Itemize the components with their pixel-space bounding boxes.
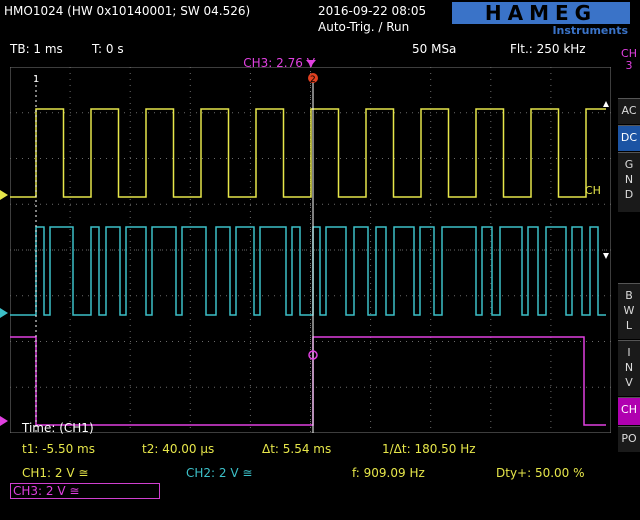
hameg-logo: HAMEG Instruments xyxy=(452,2,630,38)
ch2-ref-icon[interactable] xyxy=(0,308,8,318)
status-bar: CH1: 2 V ≅ CH2: 2 V ≅ f: 909.09 Hz Dty+:… xyxy=(0,462,618,502)
datetime: 2016-09-22 08:05 xyxy=(318,4,427,18)
measurement-row: t1: -5.50 ms t2: 40.00 µs Δt: 5.54 ms 1/… xyxy=(0,441,611,459)
menu-item-po[interactable]: PO xyxy=(618,426,640,452)
menu-item-gnd[interactable]: G N D xyxy=(618,152,640,212)
trigger-mode: Auto-Trig. / Run xyxy=(318,20,410,34)
menu-title: CH 3 xyxy=(621,47,637,72)
ch3-ref-icon[interactable] xyxy=(0,416,8,426)
timebase[interactable]: TB: 1 ms xyxy=(10,42,63,56)
filter[interactable]: Flt.: 250 kHz xyxy=(510,42,586,56)
sample-rate: 50 MSa xyxy=(412,42,457,56)
ch1-scale[interactable]: CH1: 2 V ≅ xyxy=(22,466,88,480)
delta-t-value: Δt: 5.54 ms xyxy=(262,442,332,456)
waveform-display[interactable]: 1 2 CH xyxy=(10,67,611,433)
duty-readout: Dty+: 50.00 % xyxy=(496,466,585,480)
frequency-readout: f: 909.09 Hz xyxy=(352,466,425,480)
header-bar: HMO1024 (HW 0x10140001; SW 04.526) 2016-… xyxy=(0,0,640,38)
ch3-scale[interactable]: CH3: 2 V ≅ xyxy=(10,483,160,499)
trigger-position-icon xyxy=(306,60,316,66)
cursor-1-label: 1 xyxy=(33,74,39,85)
brand-sub: Instruments xyxy=(552,24,628,37)
menu-item-ac[interactable]: AC xyxy=(618,98,640,124)
menu-item-inv[interactable]: I N V xyxy=(618,340,640,396)
soft-menu: CH 3 AC DC G N D B W LI N V CH PO xyxy=(618,38,640,498)
t2-value: t2: 40.00 µs xyxy=(142,442,215,456)
trigger-time[interactable]: T: 0 s xyxy=(92,42,124,56)
t1-value: t1: -5.50 ms xyxy=(22,442,96,456)
ch-label: CH xyxy=(585,184,601,197)
menu-item-ch[interactable]: CH xyxy=(618,397,640,425)
measure-mode: Time: (CH1) xyxy=(22,421,94,435)
ch1-ref-icon[interactable] xyxy=(0,190,8,200)
channel-ref-markers xyxy=(0,190,8,426)
ch2-scale[interactable]: CH2: 2 V ≅ xyxy=(186,466,252,480)
cursor-2-label: 2 xyxy=(310,75,316,85)
menu-item-dc[interactable]: DC xyxy=(618,125,640,151)
menu-item-bwl[interactable]: B W L xyxy=(618,283,640,339)
brand-name: HAMEG xyxy=(452,2,630,24)
device-info: HMO1024 (HW 0x10140001; SW 04.526) xyxy=(4,4,251,18)
settings-bar: TB: 1 ms T: 0 s CH3: 2.76 V ∕ AL 50 MSa … xyxy=(0,39,611,98)
inv-delta-t-value: 1/Δt: 180.50 Hz xyxy=(382,442,476,456)
